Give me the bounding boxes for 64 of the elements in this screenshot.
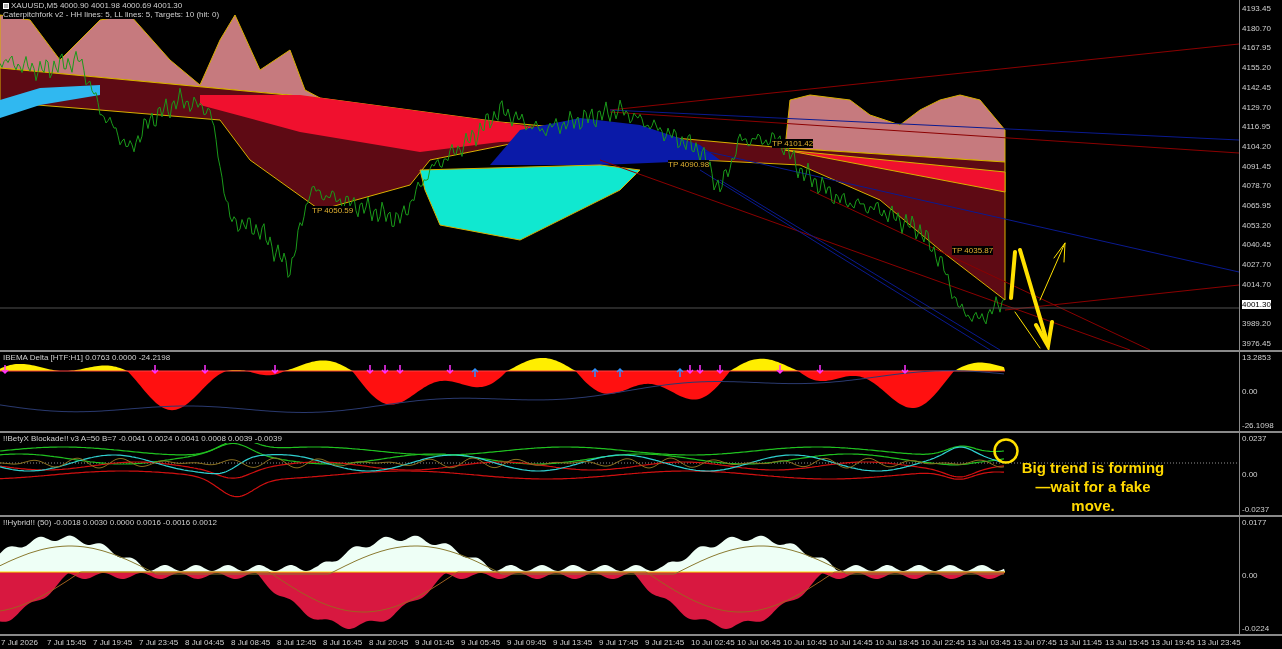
price-label: 4065.95 [1242, 201, 1271, 211]
time-label: 9 Jul 05:45 [460, 637, 502, 649]
price-label: 4014.70 [1242, 279, 1271, 289]
target-label: TP 4035.87 [952, 246, 994, 255]
price-label: 4193.45 [1242, 4, 1271, 13]
time-label: 13 Jul 23:45 [1196, 637, 1242, 649]
axis-label: 13.2853 [1242, 353, 1271, 362]
time-label: 9 Jul 17:45 [598, 637, 640, 649]
price-label: 4040.45 [1242, 240, 1271, 250]
axis-label: -0.0237 [1242, 505, 1270, 514]
indicator-label: Caterpitchfork v2 - HH lines: 5, LL lines: 5, Targets: 10 (hit: 0) [3, 10, 220, 19]
time-label: 8 Jul 04:45 [184, 637, 226, 649]
time-label: 9 Jul 13:45 [552, 637, 594, 649]
price-label: 3976.45 [1242, 338, 1271, 348]
time-label: 7 Jul 2026 [0, 637, 39, 649]
price-label: 4027.70 [1242, 260, 1271, 270]
time-label: 7 Jul 15:45 [46, 637, 88, 649]
time-label: 13 Jul 15:45 [1104, 637, 1150, 649]
time-label: 8 Jul 12:45 [276, 637, 318, 649]
time-label: 10 Jul 10:45 [782, 637, 828, 649]
time-label: 13 Jul 03:45 [966, 637, 1012, 649]
axis-label: -26.1098 [1242, 421, 1274, 430]
price-label: 4155.20 [1242, 63, 1271, 73]
time-label: 9 Jul 01:45 [414, 637, 456, 649]
price-label: 4142.45 [1242, 82, 1271, 92]
indicator-label: !!BetyX Blockade!! v3 A=50 B=7 -0.0041 0.0024 0.0041 0.0008 0.0039 -0.0039 [3, 434, 282, 443]
time-label: 8 Jul 16:45 [322, 637, 364, 649]
axis-label: 0.00 [1242, 571, 1258, 580]
chart-title: XAUUSD,M5 4000.90 4001.98 4000.69 4001.30 [11, 1, 183, 10]
time-label: 13 Jul 07:45 [1012, 637, 1058, 649]
axis-label: 0.00 [1242, 469, 1258, 479]
price-label: 4078.70 [1242, 181, 1271, 191]
time-label: 7 Jul 23:45 [138, 637, 180, 649]
axis-label: 0.0177 [1242, 518, 1267, 527]
axis-label: -0.0224 [1242, 624, 1270, 633]
price-label: 4167.95 [1242, 43, 1271, 53]
price-label: 4116.95 [1242, 122, 1271, 132]
time-label: 8 Jul 20:45 [368, 637, 410, 649]
indicator-label: !!Hybrid!! (50) -0.0018 0.0030 0.0000 0.0016 -0.0016 0.0012 [3, 518, 217, 527]
time-label: 10 Jul 14:45 [828, 637, 874, 649]
time-label: 8 Jul 08:45 [230, 637, 272, 649]
time-label: 10 Jul 02:45 [690, 637, 736, 649]
target-label: TP 4101.42 [772, 139, 814, 148]
annotation-text: Big trend is forming—wait for a fake move. [1020, 458, 1166, 515]
price-label: 4053.20 [1242, 220, 1271, 230]
time-label: 10 Jul 22:45 [920, 637, 966, 649]
price-label: 4180.70 [1242, 23, 1271, 33]
axis-label: 0.00 [1242, 387, 1258, 396]
time-label: 10 Jul 06:45 [736, 637, 782, 649]
time-label: 9 Jul 21:45 [644, 637, 686, 649]
price-label: 3989.20 [1242, 319, 1271, 329]
price-label: 4091.45 [1242, 161, 1271, 171]
axis-label: 0.0237 [1242, 434, 1267, 443]
time-label: 9 Jul 09:45 [506, 637, 548, 649]
price-label: 4129.70 [1242, 102, 1271, 112]
time-label: 13 Jul 11:45 [1058, 637, 1103, 649]
time-label: 10 Jul 18:45 [874, 637, 920, 649]
indicator-label: IBEMA Delta [HTF:H1] 0.0763 0.0000 -24.2198 [3, 353, 171, 362]
time-label: 13 Jul 19:45 [1150, 637, 1196, 649]
target-label: TP 4090.98 [668, 160, 710, 169]
time-label: 7 Jul 19:45 [92, 637, 134, 649]
target-label: TP 4050.59 [312, 206, 354, 215]
current-price-label: 4001.30 [1242, 299, 1271, 309]
price-label: 4104.20 [1242, 141, 1271, 151]
